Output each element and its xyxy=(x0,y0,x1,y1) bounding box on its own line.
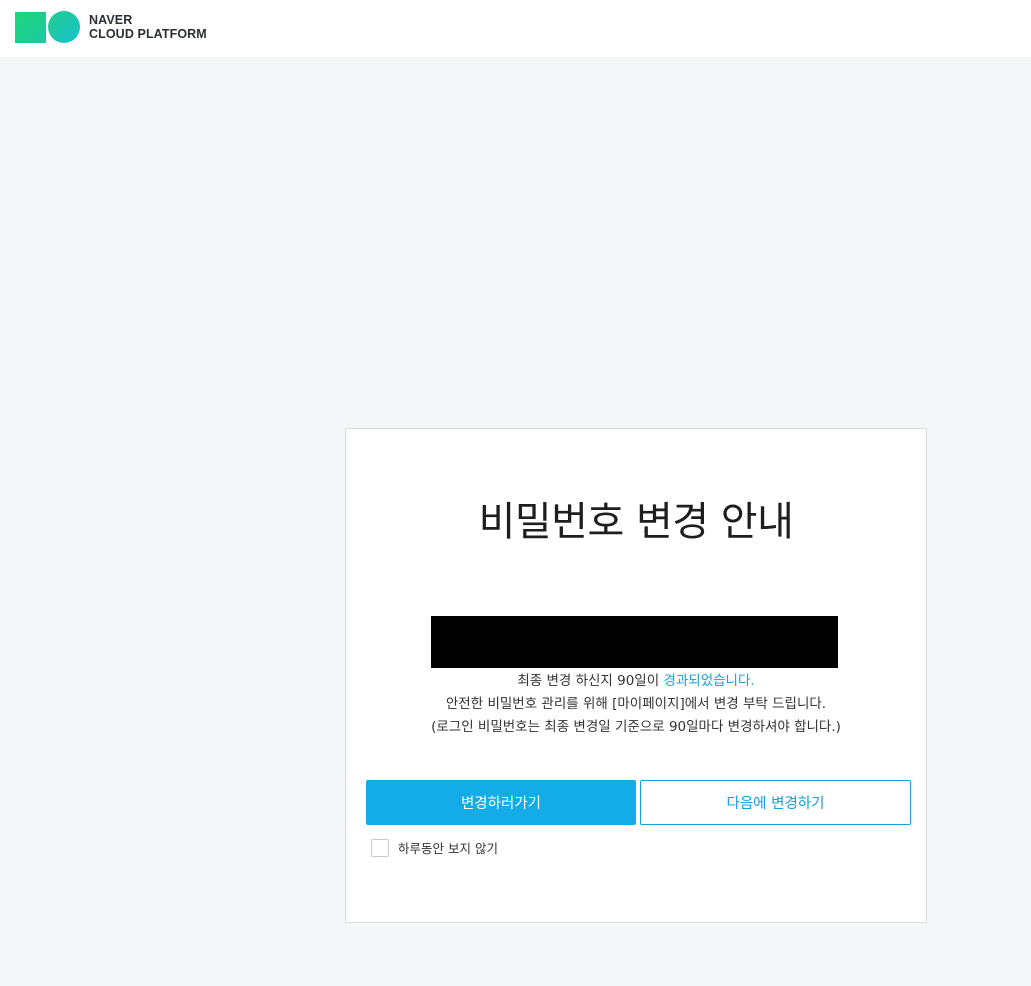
dialog-title: 비밀번호 변경 안내 xyxy=(478,499,794,545)
logo-circle-icon xyxy=(48,11,80,43)
naver-cloud-platform-logo[interactable]: NAVER CLOUD PLATFORM xyxy=(15,11,207,43)
logo-text-line2: CLOUD PLATFORM xyxy=(89,27,207,41)
logo-square-icon xyxy=(15,11,46,43)
dont-show-today-label[interactable]: 하루동안 보지 않기 xyxy=(398,838,498,857)
password-change-dialog: 비밀번호 변경 안내 최종 변경 하신지 90일이 경과되었습니다. 안전한 비… xyxy=(345,428,927,923)
go-change-button[interactable]: 변경하러가기 xyxy=(366,780,636,825)
dont-show-today-option[interactable]: 하루동안 보지 않기 xyxy=(371,838,498,857)
message-line-1: 최종 변경 하신지 90일이 경과되었습니다. xyxy=(346,670,926,693)
logo-text-line1: NAVER xyxy=(89,13,133,27)
dont-show-today-checkbox[interactable] xyxy=(371,838,389,857)
change-later-button[interactable]: 다음에 변경하기 xyxy=(640,780,911,825)
message-line-1-text: 최종 변경 하신지 90일이 xyxy=(517,673,664,689)
top-header: NAVER CLOUD PLATFORM xyxy=(0,0,1031,57)
message-line-3: (로그인 비밀번호는 최종 변경일 기준으로 90일마다 변경하셔야 합니다.) xyxy=(431,719,841,735)
logo-text: NAVER CLOUD PLATFORM xyxy=(89,13,207,41)
dialog-message: 최종 변경 하신지 90일이 경과되었습니다. 안전한 비밀번호 관리를 위해 … xyxy=(346,670,926,739)
message-line-1-highlight: 경과되었습니다. xyxy=(663,673,755,689)
message-line-2: 안전한 비밀번호 관리를 위해 [마이페이지]에서 변경 부탁 드립니다. xyxy=(445,696,827,712)
redacted-block xyxy=(431,616,838,668)
